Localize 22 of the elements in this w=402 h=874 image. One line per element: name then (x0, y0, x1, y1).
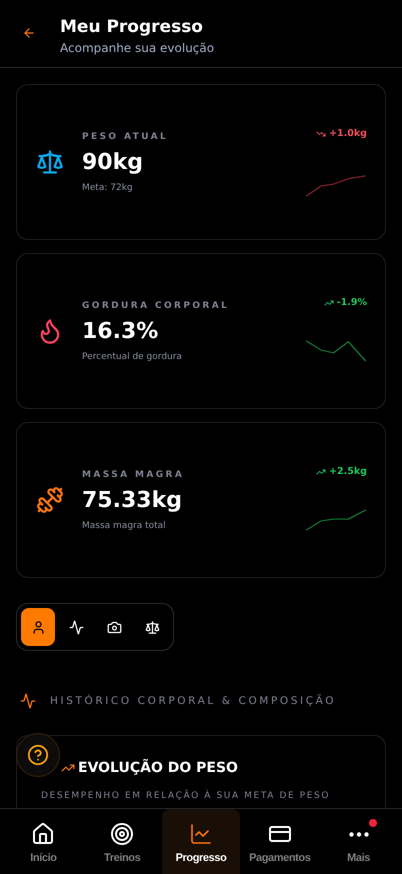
metric-note: Percentual de gordura (82, 352, 183, 362)
nav-item[interactable]: Início (4, 809, 82, 874)
nav-item[interactable]: Progresso (162, 809, 240, 874)
nav-item[interactable]: Pagamentos (240, 809, 319, 874)
metric-value: 16.3% (82, 318, 160, 344)
metric-change: -1.9% (336, 297, 367, 308)
page-subtitle: Acompanhe sua evolução (60, 41, 214, 55)
nav-item[interactable]: Mais (320, 809, 398, 874)
metric-change: +2.5kg (329, 466, 367, 477)
metric-note: Massa magra total (82, 520, 167, 530)
metric-label: PESO ATUAL (82, 132, 170, 142)
page-title: Meu Progresso (60, 17, 204, 37)
metric-label: GORDURA CORPORAL (82, 300, 230, 310)
metric-value: 75.33kg (82, 488, 183, 512)
metric-value: 90kg (82, 150, 144, 174)
chart-title: EVOLUÇÃO DO PESO (78, 760, 238, 776)
section-title: HISTÓRICO CORPORAL & COMPOSIÇÃO (50, 695, 336, 707)
metric-note: Meta: 72kg (82, 182, 134, 192)
metric-label: MASSA MAGRA (82, 470, 186, 480)
metric-change: +1.0kg (329, 128, 367, 139)
nav-item[interactable]: Treinos (83, 809, 162, 874)
chart-subtitle: DESEMPENHO EM RELAÇÃO À SUA META DE PESO (41, 791, 332, 801)
